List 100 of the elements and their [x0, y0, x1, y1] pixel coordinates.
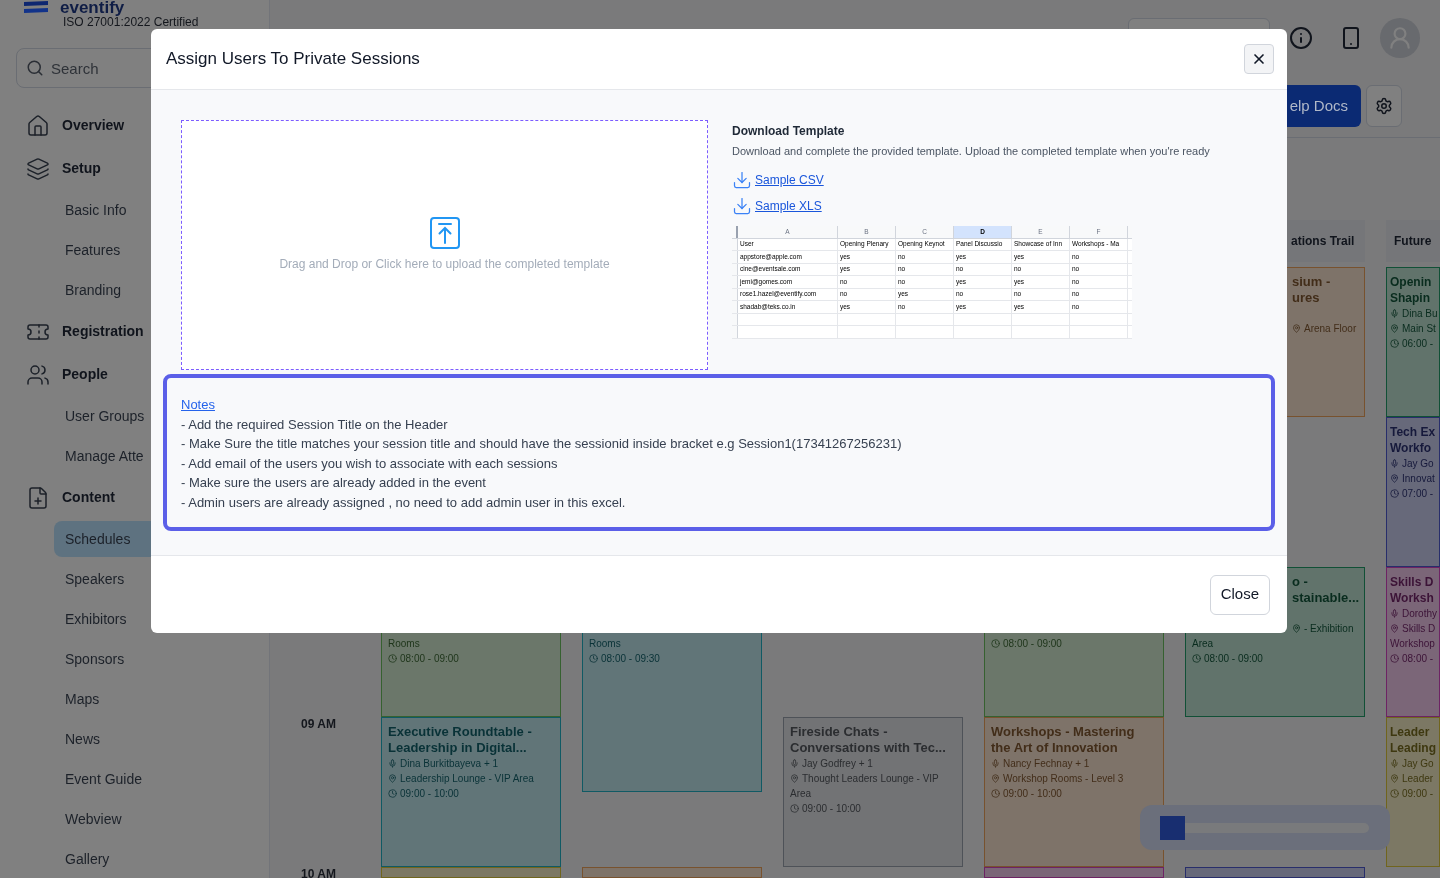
session-title: Leading: [1390, 740, 1436, 756]
session-location: Leader: [1402, 772, 1434, 786]
note-text: - Make Sure the title matches your session title and should have the sessionid inside bracket e.g Session1(17341267256231): [181, 435, 903, 453]
upload-dropzone[interactable]: Drag and Drop or Click here to upload the completed template: [181, 120, 708, 370]
clock-icon: [991, 639, 1000, 648]
session-time: 08:00 - 09:00: [400, 652, 459, 666]
session-location: Workshop Rooms - Level 3: [1003, 772, 1124, 786]
layers-icon: [26, 156, 50, 181]
session-card[interactable]: Workshops - Mastering the Art of Innovation Nancy Fechnay + 1 Workshop Rooms - Level 3 09:00 - 10:00: [984, 717, 1164, 867]
sample-link[interactable]: Sample XLS: [755, 196, 822, 215]
download-title: Download Template: [732, 123, 846, 140]
clock-icon: [1390, 789, 1399, 798]
close-text-button[interactable]: Close: [1209, 574, 1270, 615]
info-icon[interactable]: [1289, 25, 1313, 50]
nav-item[interactable]: Event Guide: [54, 761, 269, 797]
session-speaker: Dorothy: [1402, 607, 1437, 621]
session-card[interactable]: Fireside Chats - Conversations with Tec... Jay Godfrey + 1 Thought Leaders Lounge - VIP Area 09:00 - 10:00: [783, 717, 963, 867]
settings-icon: [1375, 97, 1393, 115]
session-title: the Art of Innovation: [991, 740, 1118, 756]
session-location: Innovat: [1402, 472, 1435, 486]
clock-icon: [388, 654, 397, 663]
session-title: Leadership in Digital...: [388, 740, 527, 756]
map-pin-icon: [1390, 774, 1399, 783]
session-card[interactable]: [582, 867, 762, 878]
session-time: 09:00 - 10:00: [1003, 787, 1062, 801]
session-title: Shapin: [1390, 290, 1430, 306]
microphone-icon: [1390, 309, 1399, 318]
nav-item[interactable]: Webview: [54, 801, 269, 837]
session-speaker: Dina Burkitbayeva + 1: [400, 757, 499, 771]
microphone-icon: [790, 759, 799, 768]
session-time: 09:00 -: [1402, 787, 1434, 801]
column-title: Future: [1394, 233, 1432, 250]
map-pin-icon: [1390, 474, 1399, 483]
session-title: o -: [1292, 574, 1308, 590]
map-pin-icon: [1292, 324, 1301, 333]
nav-item[interactable]: News: [54, 721, 269, 757]
session-time: 08:00 - 09:00: [1003, 637, 1062, 651]
session-time: 08:00 - 09:00: [1204, 652, 1263, 666]
map-pin-icon: [1390, 324, 1399, 333]
nav-item[interactable]: Gallery: [54, 841, 269, 877]
clock-icon: [589, 654, 598, 663]
session-title: sium -: [1292, 274, 1331, 290]
session-card[interactable]: Skills D Worksh Dorothy Skills D Workshop 08:00 -: [1386, 567, 1440, 717]
session-location: Leadership Lounge - VIP Area: [400, 772, 534, 786]
session-card[interactable]: Executive Roundtable - Leadership in Digital... Dina Burkitbayeva + 1 Leadership Lounge - VIP Area 09:00 - 10:00: [381, 717, 561, 867]
session-speaker: Jay Go: [1402, 457, 1434, 471]
scroll-slider[interactable]: [1160, 815, 1369, 840]
session-title: Fireside Chats -: [790, 724, 888, 740]
logo-text: eventify: [60, 0, 125, 16]
session-title: Workshops - Mastering: [991, 724, 1135, 740]
download-icon: [732, 169, 752, 190]
nav-item[interactable]: Sponsors: [54, 641, 269, 677]
session-title: stainable...: [1292, 590, 1360, 606]
map-pin-icon: [1390, 624, 1399, 633]
session-time: 09:00 - 10:00: [400, 787, 459, 801]
microphone-icon: [991, 759, 1000, 768]
people-icon: [26, 362, 50, 387]
session-time: 07:00 -: [1402, 487, 1434, 501]
session-location: Main St: [1402, 322, 1436, 336]
session-wrap: Workshop: [1390, 637, 1435, 651]
clock-icon: [790, 804, 799, 813]
session-title: ures: [1292, 290, 1320, 306]
session-title: Workfo: [1390, 440, 1432, 456]
session-speaker: Dina Bu: [1402, 307, 1438, 321]
session-card[interactable]: [1185, 867, 1365, 878]
nav-item[interactable]: Maps: [54, 681, 269, 717]
session-time: 06:00 -: [1402, 337, 1434, 351]
avatar[interactable]: [1380, 17, 1420, 58]
note-text: - Admin users are already assigned , no need to add admin user in this excel.: [181, 493, 627, 512]
close-button[interactable]: [1244, 44, 1274, 74]
time-label: 10 AM: [301, 866, 336, 878]
scroll-thumb[interactable]: [1160, 815, 1186, 840]
time-label: 09 AM: [301, 716, 336, 733]
notes-link[interactable]: Notes: [181, 395, 215, 415]
session-card[interactable]: Leader Leading Jay Go Leader 09:00 -: [1386, 717, 1440, 867]
sample-link[interactable]: Sample CSV: [755, 170, 824, 189]
user-icon: [1387, 24, 1413, 51]
microphone-icon: [1390, 459, 1399, 468]
session-title: Worksh: [1390, 590, 1434, 606]
column-title: ations Trail: [1291, 233, 1355, 250]
session-title: Tech Ex: [1390, 424, 1436, 440]
clock-icon: [1390, 339, 1399, 348]
logo-icon: [22, 1, 50, 15]
session-speaker: Jay Go: [1402, 757, 1434, 771]
note-text: - Make sure the users are already added in the event: [181, 474, 487, 492]
clock-icon: [1192, 654, 1201, 663]
settings-button[interactable]: [1366, 85, 1402, 127]
house-icon: [26, 113, 50, 138]
session-time: 08:00 - 09:30: [601, 652, 660, 666]
session-card[interactable]: Openin Shapin Dina Bu Main St 06:00 -: [1386, 267, 1440, 417]
session-time: 08:00 -: [1402, 652, 1434, 666]
session-card[interactable]: Tech Ex Workfo Jay Go Innovat 07:00 -: [1386, 417, 1440, 567]
map-pin-icon: [991, 774, 1000, 783]
session-card[interactable]: [381, 867, 561, 878]
map-pin-icon: [388, 774, 397, 783]
clock-icon: [991, 789, 1000, 798]
session-card[interactable]: [984, 867, 1164, 878]
map-pin-icon: [1292, 624, 1301, 633]
session-wrap: Rooms: [388, 637, 420, 651]
session-title: Openin: [1390, 274, 1432, 290]
